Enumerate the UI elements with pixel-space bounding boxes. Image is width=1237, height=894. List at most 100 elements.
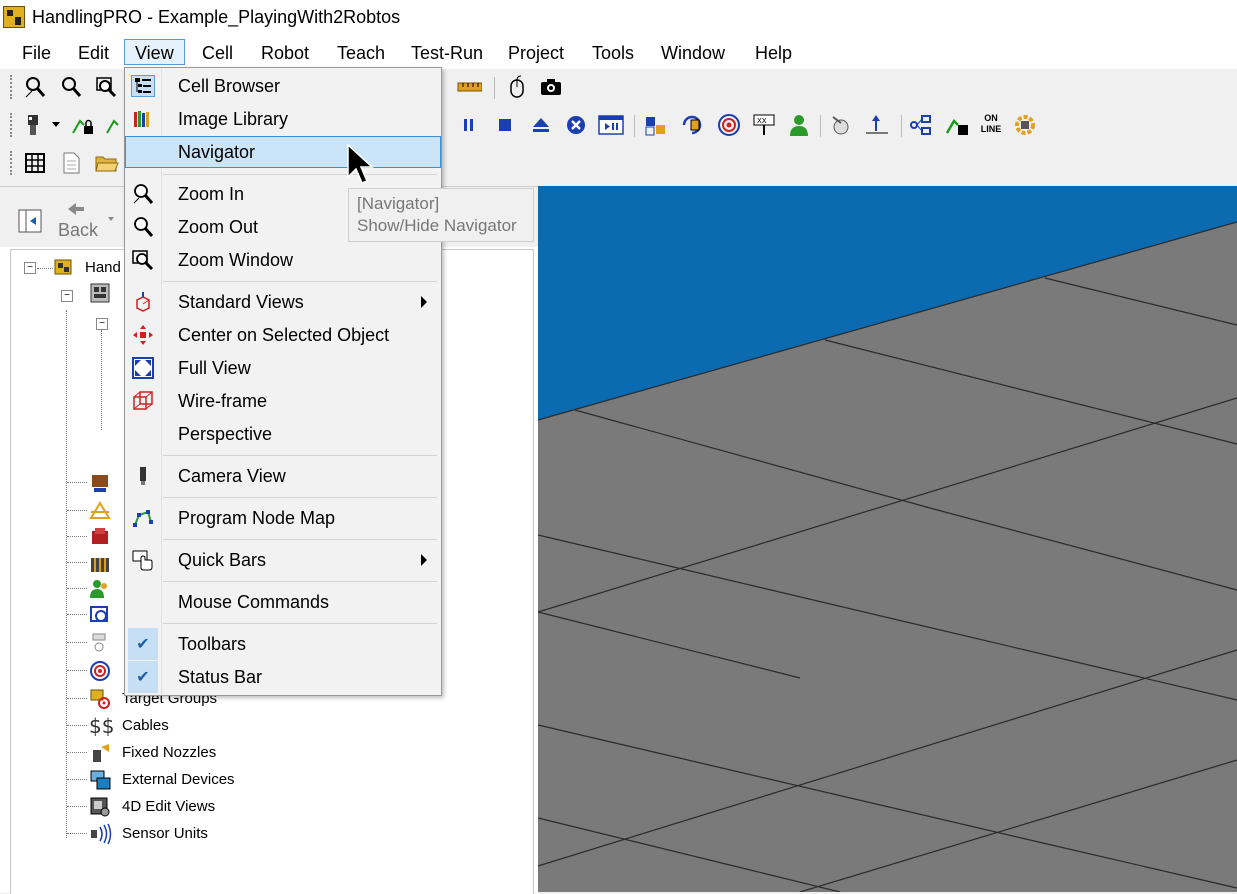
- tree-item-cables[interactable]: Cables: [122, 716, 169, 736]
- sensor-icon[interactable]: [828, 112, 854, 138]
- menu-item-label: Navigator: [178, 142, 256, 162]
- rotate-robot-icon[interactable]: [680, 112, 706, 138]
- robot-icon[interactable]: [20, 112, 46, 138]
- menu-item-label: Standard Views: [178, 292, 304, 312]
- toolbar-grip[interactable]: [10, 75, 16, 99]
- back-button[interactable]: Back: [58, 201, 98, 241]
- 3d-scene[interactable]: [538, 186, 1237, 892]
- toolbar-grip[interactable]: [10, 113, 16, 137]
- teach-lock-icon[interactable]: [70, 112, 96, 138]
- eject-icon[interactable]: [528, 112, 554, 138]
- tree-item-sensor-units[interactable]: Sensor Units: [122, 824, 208, 844]
- menu-teach[interactable]: Teach: [337, 42, 385, 66]
- tree-connector: [67, 588, 87, 589]
- target-groups-icon: [89, 688, 111, 710]
- menu-item-cell-browser[interactable]: Cell Browser: [125, 70, 441, 102]
- abort-icon[interactable]: [563, 112, 589, 138]
- menu-robot[interactable]: Robot: [261, 42, 309, 66]
- online-button[interactable]: ON LINE: [978, 113, 1004, 135]
- menu-item-zoom-window[interactable]: Zoom Window: [125, 244, 441, 276]
- menu-help[interactable]: Help: [755, 42, 792, 66]
- io-signal-icon[interactable]: [908, 112, 934, 138]
- dock-panel-icon[interactable]: [18, 209, 42, 238]
- tree-connector: [37, 268, 53, 269]
- camera-icon[interactable]: [538, 74, 564, 100]
- menu-edit[interactable]: Edit: [78, 42, 109, 66]
- menu-item-standard-views[interactable]: Standard Views: [125, 286, 441, 318]
- svg-text:$$: $$: [89, 715, 113, 737]
- target-icon[interactable]: [716, 112, 742, 138]
- standard-views-icon: [131, 291, 155, 313]
- robot-gear-icon[interactable]: [1012, 112, 1038, 138]
- menu-item-label: Mouse Commands: [178, 592, 330, 612]
- menu-item-status-bar[interactable]: ✔ Status Bar: [125, 661, 441, 693]
- tree-connector: [67, 482, 87, 483]
- menu-item-label: Zoom Out: [178, 217, 259, 237]
- svg-text:XX: XX: [757, 117, 767, 125]
- pause-icon[interactable]: [456, 112, 482, 138]
- mouse-icon[interactable]: [504, 74, 530, 100]
- menu-item-perspective[interactable]: Perspective: [125, 418, 441, 450]
- tree-item-4d-edit-views[interactable]: 4D Edit Views: [122, 797, 215, 817]
- zoom-out-icon[interactable]: [58, 74, 84, 100]
- tree-connector: [67, 833, 87, 834]
- open-folder-icon[interactable]: [94, 150, 120, 176]
- chevron-down-icon[interactable]: [52, 122, 60, 127]
- ruler-icon[interactable]: [456, 74, 482, 100]
- menu-cell[interactable]: Cell: [202, 42, 233, 66]
- tree-item-external-devices[interactable]: External Devices: [122, 770, 235, 790]
- tree-root-label[interactable]: Hand: [85, 258, 121, 278]
- quick-bars-icon: [131, 549, 155, 571]
- tree-collapse-toggle[interactable]: −: [24, 262, 36, 274]
- cell-setup-icon[interactable]: [643, 112, 669, 138]
- new-document-icon[interactable]: [58, 150, 84, 176]
- menu-item-label: Wire-frame: [178, 391, 267, 411]
- tree-collapse-toggle[interactable]: −: [61, 290, 73, 302]
- menu-test-run[interactable]: Test-Run: [411, 42, 483, 66]
- stop-icon[interactable]: [492, 112, 518, 138]
- zoom-in-icon: [131, 183, 155, 205]
- step-icon[interactable]: [598, 112, 624, 138]
- camera-view-icon: [131, 465, 155, 487]
- toolbar-separator: [494, 77, 495, 99]
- toolbar-separator: [820, 115, 821, 137]
- tree-connector: [67, 752, 87, 753]
- menu-item-mouse-commands[interactable]: Mouse Commands: [125, 586, 441, 618]
- submenu-arrow-icon: [421, 296, 427, 308]
- robot-controller-icon: [89, 282, 111, 304]
- zoom-in-icon[interactable]: [22, 74, 48, 100]
- fixed-nozzles-icon: [89, 742, 111, 764]
- menu-item-program-node-map[interactable]: Program Node Map: [125, 502, 441, 534]
- handlingpro-logo-icon: [3, 6, 25, 28]
- zoom-window-icon[interactable]: [94, 74, 120, 100]
- menu-item-full-view[interactable]: Full View: [125, 352, 441, 384]
- 3d-viewport[interactable]: [538, 186, 1237, 892]
- menu-window[interactable]: Window: [661, 42, 725, 66]
- menu-tools[interactable]: Tools: [592, 42, 634, 66]
- menu-view[interactable]: View: [124, 39, 185, 65]
- menu-item-navigator[interactable]: Navigator: [125, 136, 441, 168]
- mouse-cursor-icon: [346, 143, 376, 192]
- toolbar-grip[interactable]: [10, 151, 16, 175]
- menu-item-wire-frame[interactable]: Wire-frame: [125, 385, 441, 417]
- menu-item-quick-bars[interactable]: Quick Bars: [125, 544, 441, 576]
- menu-separator: [163, 174, 437, 175]
- tree-item-fixed-nozzles[interactable]: Fixed Nozzles: [122, 743, 216, 763]
- menu-item-image-library[interactable]: Image Library: [125, 103, 441, 135]
- operator-icon[interactable]: [786, 112, 812, 138]
- online-label-bottom: LINE: [980, 124, 1002, 134]
- back-dropdown-icon[interactable]: [108, 217, 114, 221]
- menu-file[interactable]: File: [22, 42, 51, 66]
- teach-pendant-icon[interactable]: [944, 112, 970, 138]
- tree-collapse-toggle[interactable]: −: [96, 318, 108, 330]
- sign-post-icon[interactable]: XX: [751, 112, 777, 138]
- menu-project[interactable]: Project: [508, 42, 564, 66]
- view-dropdown-menu: Cell Browser Image Library Navigator Zoo…: [124, 67, 442, 696]
- menu-item-toolbars[interactable]: ✔ Toolbars: [125, 628, 441, 660]
- measure-height-icon[interactable]: [864, 112, 890, 138]
- targets-icon: [89, 660, 111, 682]
- grid-icon[interactable]: [22, 150, 48, 176]
- menu-item-camera-view[interactable]: Camera View: [125, 460, 441, 492]
- title-bar: HandlingPRO - Example_PlayingWith2Robtos: [0, 0, 1237, 36]
- menu-item-center-on-selected-object[interactable]: Center on Selected Object: [125, 319, 441, 351]
